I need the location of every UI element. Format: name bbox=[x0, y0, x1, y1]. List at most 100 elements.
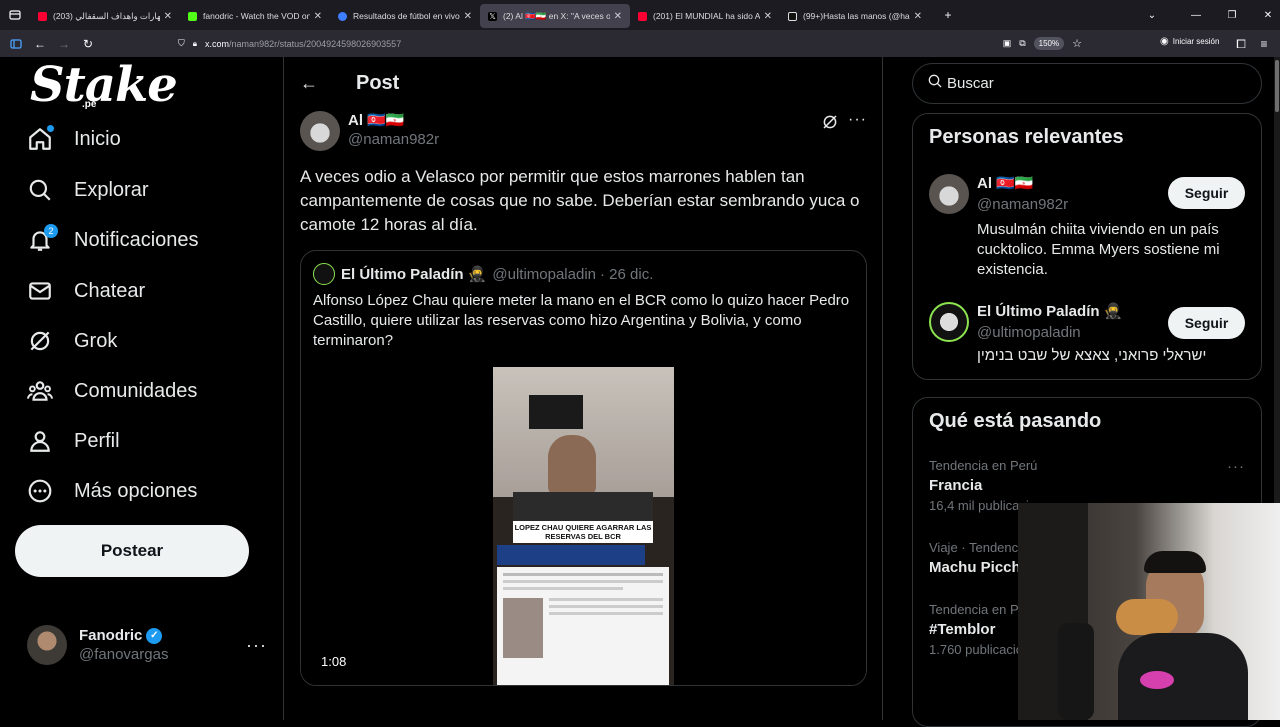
tweet-author[interactable]: Al 🇰🇵🇮🇷 @naman982r bbox=[300, 111, 439, 151]
globe-icon bbox=[338, 11, 347, 21]
author-name[interactable]: Al 🇰🇵🇮🇷 bbox=[348, 111, 439, 129]
sidebar-item-chatear[interactable]: Chatear bbox=[26, 271, 145, 311]
minimize-icon[interactable]: — bbox=[1184, 3, 1208, 27]
follow-button[interactable]: Seguir bbox=[1168, 177, 1245, 209]
person-handle[interactable]: @naman982r bbox=[977, 196, 1068, 213]
author-handle[interactable]: @naman982r bbox=[348, 131, 439, 148]
avatar[interactable] bbox=[929, 174, 969, 214]
browser-tab[interactable]: fanodric - Watch the VOD on Kick ✕ bbox=[180, 4, 330, 28]
zoom-level[interactable]: 150% bbox=[1033, 37, 1065, 50]
back-arrow-icon[interactable]: ← bbox=[300, 73, 324, 94]
webcam-logo bbox=[1140, 671, 1174, 689]
quote-author-name[interactable]: El Último Paladín 🥷 bbox=[341, 265, 486, 283]
tab-title: Resultados de fútbol en vivo, M bbox=[353, 11, 460, 21]
reload-icon[interactable]: ↻ bbox=[76, 32, 100, 56]
close-icon[interactable]: ✕ bbox=[164, 11, 172, 22]
avatar[interactable] bbox=[313, 263, 335, 285]
post-header: ← Post bbox=[284, 57, 884, 109]
webcam-overlay bbox=[1018, 503, 1280, 720]
quoted-tweet[interactable]: El Último Paladín 🥷 @ultimopaladin · 26 … bbox=[300, 250, 867, 686]
webcam-hair bbox=[1144, 551, 1206, 573]
account-icon: ◉ bbox=[1160, 36, 1169, 47]
more-horizontal-icon[interactable]: ··· bbox=[1227, 458, 1245, 475]
extensions-icon[interactable]: ⧠ bbox=[1229, 32, 1253, 56]
back-icon[interactable]: ← bbox=[28, 32, 52, 56]
screenshot-icon[interactable]: ⧉ bbox=[1019, 38, 1025, 49]
search-box[interactable]: Buscar bbox=[912, 63, 1262, 104]
window-close-icon[interactable]: ✕ bbox=[1256, 3, 1280, 27]
video-player[interactable]: LOPEZ CHAU QUIERE AGARRAR LAS RESERVAS D… bbox=[301, 363, 866, 685]
follow-button[interactable]: Seguir bbox=[1168, 307, 1245, 339]
sidebar-item-inicio[interactable]: Inicio bbox=[26, 119, 121, 159]
verified-badge-icon: ✓ bbox=[146, 627, 163, 644]
stake-logo[interactable]: Stake bbox=[30, 57, 178, 113]
relevant-people-card: Personas relevantes Al 🇰🇵🇮🇷 @naman982r M… bbox=[912, 113, 1262, 380]
grok-icon bbox=[26, 327, 54, 355]
close-icon[interactable]: ✕ bbox=[614, 11, 622, 22]
account-name: Fanodric bbox=[79, 627, 143, 644]
reader-view-icon[interactable]: ▣ bbox=[1003, 38, 1012, 49]
post-button[interactable]: Postear bbox=[15, 525, 249, 577]
close-icon[interactable]: ✕ bbox=[464, 11, 472, 22]
tab-list-icon[interactable] bbox=[0, 3, 30, 27]
sidebar-item-label: Inicio bbox=[74, 127, 121, 150]
person-name[interactable]: Al 🇰🇵🇮🇷 bbox=[977, 174, 1034, 192]
url-path: /naman982r/status/2004924598026903557 bbox=[229, 38, 402, 49]
sidebar-toggle-icon[interactable] bbox=[4, 32, 28, 56]
bell-icon: 2 bbox=[26, 224, 58, 254]
sidebar-item-notificaciones[interactable]: 2 Notificaciones bbox=[26, 220, 199, 260]
menu-icon[interactable]: ≡ bbox=[1252, 32, 1276, 56]
person-handle[interactable]: @ultimopaladin bbox=[977, 324, 1081, 341]
new-tab-icon[interactable]: + bbox=[936, 3, 960, 27]
x-logo-icon: 𝕏 bbox=[488, 11, 497, 21]
signin-button[interactable]: ◉ Iniciar sesión bbox=[1160, 36, 1219, 47]
kick-icon bbox=[188, 11, 197, 21]
search-icon bbox=[26, 176, 54, 204]
browser-tab[interactable]: (203) مهارات واهداف السقفالي ✕ bbox=[30, 4, 180, 28]
webcam-burger bbox=[1116, 599, 1178, 635]
more-horizontal-icon[interactable]: ··· bbox=[848, 111, 867, 129]
sidebar-item-comunidades[interactable]: Comunidades bbox=[26, 371, 197, 411]
close-icon[interactable]: ✕ bbox=[314, 11, 322, 22]
more-horizontal-icon[interactable]: ··· bbox=[246, 635, 267, 656]
chevron-down-icon[interactable]: ⌄ bbox=[1140, 3, 1164, 27]
quote-author-handle[interactable]: @ultimopaladin bbox=[492, 266, 596, 283]
forward-icon[interactable]: → bbox=[52, 32, 76, 56]
url-bar[interactable]: ⛉ 🔒︎ x.com/naman982r/status/200492459802… bbox=[178, 33, 1082, 54]
account-switcher[interactable]: Fanodric ✓ @fanovargas ··· bbox=[27, 623, 267, 667]
search-input[interactable]: Buscar bbox=[947, 75, 994, 92]
sidebar-item-mas-opciones[interactable]: Más opciones bbox=[26, 471, 197, 511]
close-icon[interactable]: ✕ bbox=[764, 11, 772, 22]
bookmark-star-icon[interactable]: ☆ bbox=[1072, 37, 1082, 50]
lock-icon[interactable]: 🔒︎ bbox=[193, 39, 197, 49]
mail-icon bbox=[26, 277, 54, 305]
profile-icon bbox=[26, 427, 54, 455]
communities-icon bbox=[26, 377, 54, 405]
avatar[interactable] bbox=[929, 302, 969, 342]
sidebar-item-grok[interactable]: Grok bbox=[26, 321, 117, 361]
grok-explain-icon[interactable] bbox=[821, 113, 839, 136]
relevant-people-title: Personas relevantes bbox=[929, 126, 1124, 148]
sidebar-item-label: Chatear bbox=[74, 279, 146, 302]
browser-tab[interactable]: Resultados de fútbol en vivo, M ✕ bbox=[330, 4, 480, 28]
close-icon[interactable]: ✕ bbox=[914, 11, 922, 22]
restore-icon[interactable]: ❐ bbox=[1220, 3, 1244, 27]
video-tv bbox=[529, 395, 583, 429]
browser-tabbar: (203) مهارات واهداف السقفالي ✕ fanodric -… bbox=[0, 0, 1280, 30]
page-scrollbar-thumb[interactable] bbox=[1275, 60, 1279, 112]
shield-icon[interactable]: ⛉ bbox=[178, 38, 185, 49]
browser-tab[interactable]: (201) El MUNDIAL ha sido ARRU ✕ bbox=[630, 4, 780, 28]
video-banner bbox=[497, 545, 645, 565]
stake-logo-sub: .pe bbox=[82, 99, 97, 110]
tab-title: (99+)Hasta las manos (@hasta_ bbox=[803, 11, 910, 21]
sidebar-item-explorar[interactable]: Explorar bbox=[26, 170, 148, 210]
page-title: Post bbox=[356, 71, 400, 94]
avatar[interactable] bbox=[300, 111, 340, 151]
quote-date[interactable]: · 26 dic. bbox=[600, 266, 653, 283]
browser-tab[interactable]: (99+)Hasta las manos (@hasta_ ✕ bbox=[780, 4, 930, 28]
more-circle-icon bbox=[26, 477, 54, 505]
person-name[interactable]: El Último Paladín 🥷 bbox=[977, 302, 1122, 320]
video-duration: 1:08 bbox=[321, 654, 347, 669]
sidebar-item-perfil[interactable]: Perfil bbox=[26, 421, 120, 461]
browser-tab-active[interactable]: 𝕏 (2) Al 🇰🇵🇮🇷 en X: "A veces odio a ✕ bbox=[480, 4, 630, 28]
